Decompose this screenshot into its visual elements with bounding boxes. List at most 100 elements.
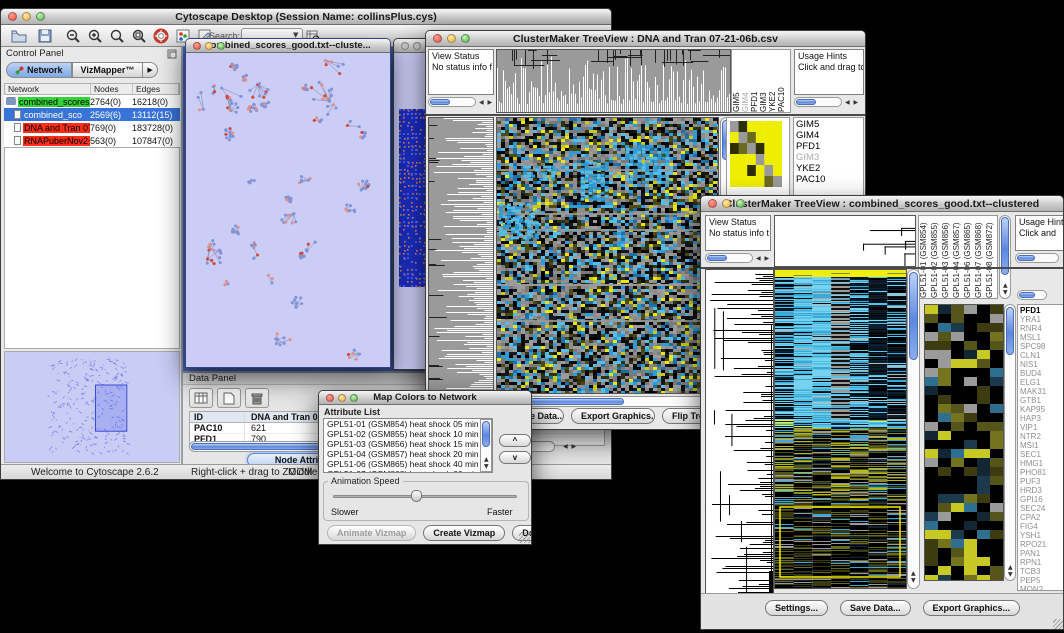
column-label[interactable]: GPL51-08 (GSM872) — [985, 216, 996, 298]
column-label[interactable]: PFD1 — [750, 50, 759, 112]
gene-label[interactable]: VIP1 — [1018, 423, 1063, 432]
column-labels-scrollbar[interactable]: ▲▼ — [999, 215, 1011, 299]
heatmap-canvas[interactable] — [496, 117, 719, 394]
save-icon[interactable] — [35, 27, 55, 45]
view-status-scrollbar[interactable] — [428, 97, 476, 107]
gene-label[interactable]: GIM5 — [794, 119, 863, 130]
zoom-button[interactable] — [350, 394, 358, 402]
help-lifesaver-icon[interactable] — [151, 27, 171, 45]
network-list-row[interactable]: combined_scores2764(0)16218(0) — [4, 95, 180, 108]
gene-label[interactable]: RPO21 — [1018, 540, 1063, 549]
zoom-vscrollbar[interactable]: ▲▼ — [1004, 304, 1016, 581]
move-down-button[interactable]: v — [499, 451, 531, 464]
attribute-list-item[interactable]: GPL51-01 (GSM854) heat shock 05 min — [324, 419, 480, 429]
select-attributes-icon[interactable] — [189, 388, 213, 408]
gene-label[interactable]: SPC98 — [1018, 342, 1063, 351]
tab-overflow-arrow[interactable]: ▶ — [143, 62, 157, 78]
zoom-button[interactable] — [736, 199, 745, 208]
gene-label[interactable]: CPA2 — [1018, 513, 1063, 522]
column-label[interactable]: YKE2 — [768, 50, 777, 112]
open-file-icon[interactable] — [9, 27, 29, 45]
create-vizmap-button[interactable]: Create Vizmap — [423, 525, 505, 541]
network-overview-panel[interactable] — [4, 351, 180, 463]
new-attribute-icon[interactable] — [217, 388, 241, 408]
attribute-list-scrollbar[interactable]: ▲▼ — [480, 419, 492, 472]
heatmap-vscrollbar[interactable]: ▲▼ — [907, 269, 920, 589]
gene-label[interactable]: PFD1 — [794, 141, 863, 152]
close-button[interactable] — [433, 34, 442, 43]
gene-label[interactable]: MAK31 — [1018, 387, 1063, 396]
move-up-button[interactable]: ^ — [499, 434, 531, 447]
gene-label[interactable]: HRD3 — [1018, 486, 1063, 495]
treeview2-titlebar[interactable]: ClusterMaker TreeView : combined_scores_… — [701, 196, 1063, 212]
close-button[interactable] — [193, 42, 201, 50]
scroll-arrows-icon[interactable]: ◀ ▶ — [756, 255, 770, 262]
gene-label[interactable]: HMG1 — [1018, 459, 1063, 468]
tab-vizmapper[interactable]: VizMapper™ — [72, 62, 144, 78]
close-button[interactable] — [708, 199, 717, 208]
tab-network[interactable]: Network — [6, 62, 72, 78]
gene-label[interactable]: CLN1 — [1018, 351, 1063, 360]
gene-label[interactable]: PAN1 — [1018, 549, 1063, 558]
settings-button[interactable]: Settings... — [765, 600, 828, 616]
export-graphics-button[interactable]: Export Graphics... — [571, 408, 655, 424]
minimize-button[interactable] — [205, 42, 213, 50]
column-label[interactable]: PAC10 — [777, 50, 786, 112]
close-button[interactable] — [8, 12, 17, 21]
column-label[interactable]: GPL51-04 (GSM857) — [952, 216, 963, 298]
network-list-row[interactable]: DNA and Tran 07769(0)183728(0) — [4, 121, 180, 134]
row-dendrogram-canvas[interactable] — [428, 117, 494, 394]
scroll-arrows-icon[interactable]: ◀ ▶ — [479, 99, 493, 106]
attribute-list-item[interactable]: GPL51-04 (GSM857) heat shock 20 min — [324, 449, 480, 459]
heatmap-canvas[interactable] — [774, 269, 907, 589]
usage-hints-scrollbar[interactable] — [1015, 253, 1059, 263]
gene-label[interactable]: YKE2 — [794, 163, 863, 174]
gene-label[interactable]: PAC10 — [794, 174, 863, 185]
minimize-button[interactable] — [413, 42, 421, 50]
gene-label[interactable]: GPI16 — [1018, 495, 1063, 504]
column-label[interactable]: GPL51-06 (GSM865) — [963, 216, 974, 298]
attribute-list-item[interactable]: GPL51-06 (GSM865) heat shock 40 min — [324, 459, 480, 469]
treeview1-titlebar[interactable]: ClusterMaker TreeView : DNA and Tran 07-… — [426, 31, 865, 47]
column-label[interactable]: GPL51-07 (GSM868) — [974, 216, 985, 298]
network-list-row[interactable]: RNAPuberNov2+563(0)107847(0) — [4, 134, 180, 147]
gene-label[interactable]: SEC24 — [1018, 504, 1063, 513]
column-label[interactable]: GIM3 — [759, 50, 768, 112]
attribute-list-item[interactable]: GPL51-02 (GSM855) heat shock 10 min — [324, 429, 480, 439]
gene-label[interactable]: NTR2 — [1018, 432, 1063, 441]
zoom-selected-icon[interactable] — [129, 27, 149, 45]
gene-label[interactable]: TCB3 — [1018, 567, 1063, 576]
gene-label[interactable]: MSI1 — [1018, 441, 1063, 450]
gene-label[interactable]: PFD1 — [1018, 306, 1063, 315]
gene-labels-hscrollbar[interactable] — [1017, 290, 1047, 300]
dialog-titlebar[interactable]: Map Colors to Network — [319, 391, 531, 405]
column-dendrogram-canvas[interactable] — [774, 215, 916, 267]
gene-label[interactable]: GIM4 — [794, 130, 863, 141]
resize-grip[interactable] — [519, 532, 530, 543]
scroll-arrows-icon[interactable]: ◀ ▶ — [845, 99, 859, 106]
column-label[interactable]: GIM5 — [732, 50, 741, 112]
zoom-button[interactable] — [461, 34, 470, 43]
column-label[interactable]: GPL51-03 (GSM856) — [941, 216, 952, 298]
network1-canvas[interactable] — [186, 53, 390, 367]
gene-label[interactable]: HAP3 — [1018, 414, 1063, 423]
column-label[interactable]: GPL51-01 (GSM854) — [919, 216, 930, 298]
gene-label[interactable]: SEC1 — [1018, 450, 1063, 459]
gene-label[interactable]: FIG4 — [1018, 522, 1063, 531]
splitter[interactable] — [426, 114, 866, 116]
delete-attribute-icon[interactable] — [245, 388, 269, 408]
gene-label[interactable]: MSL1 — [1018, 333, 1063, 342]
minimize-button[interactable] — [447, 34, 456, 43]
zoom-out-icon[interactable] — [63, 27, 83, 45]
zoom-heatmap-canvas[interactable] — [924, 304, 1004, 581]
attribute-table-col-id[interactable]: ID — [190, 412, 245, 422]
network1-titlebar[interactable]: combined_scores_good.txt--cluste... — [186, 39, 390, 53]
close-button[interactable] — [401, 42, 409, 50]
gene-label[interactable]: RPN1 — [1018, 558, 1063, 567]
global-heatmap-canvas[interactable] — [730, 121, 782, 187]
column-label[interactable]: GPL51-02 (GSM855) — [930, 216, 941, 298]
resize-grip[interactable] — [1053, 619, 1064, 630]
minimize-button[interactable] — [338, 394, 346, 402]
column-dendrogram-canvas[interactable] — [496, 49, 731, 113]
gene-label[interactable]: MON2 — [1018, 585, 1063, 591]
